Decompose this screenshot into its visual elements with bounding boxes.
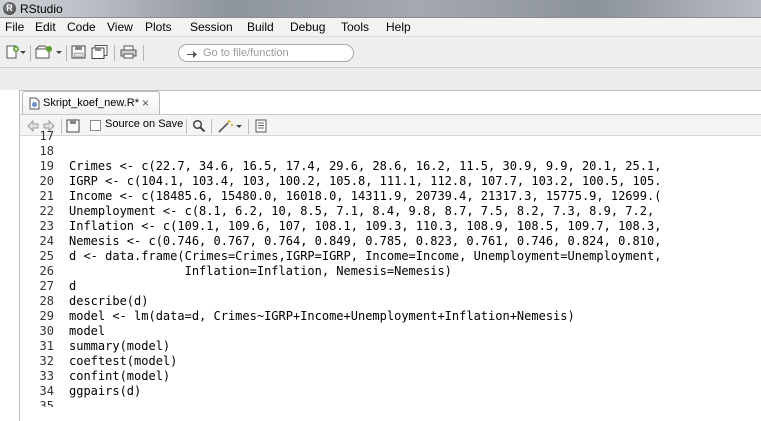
line-number: 26 [39, 264, 54, 278]
line-number: 19 [39, 159, 54, 173]
code-line: 31 summary(model) [20, 339, 761, 354]
code-line: 33 confint(model) [20, 369, 761, 384]
code-line: 32 coeftest(model) [20, 354, 761, 369]
save-icon[interactable] [71, 45, 86, 59]
code-line: 22 Unemployment <- c(8.1, 6.2, 10, 8.5, … [20, 204, 761, 219]
code-line: 21 Income <- c(18485.6, 15480.0, 16018.0… [20, 189, 761, 204]
code-line: 26 Inflation=Inflation, Nemesis=Nemesis) [20, 264, 761, 279]
code-text: Crimes <- c(22.7, 34.6, 16.5, 17.4, 29.6… [69, 159, 662, 173]
line-number: 23 [39, 219, 54, 233]
line-number: 25 [39, 249, 54, 263]
menu-debug[interactable]: Debug [290, 20, 325, 34]
code-text: d <- data.frame(Crimes=Crimes,IGRP=IGRP,… [69, 249, 662, 263]
code-text: Nemesis <- c(0.746, 0.767, 0.764, 0.849,… [69, 234, 662, 248]
code-editor[interactable]: 17 18 19 Crimes <- c(22.7, 34.6, 16.5, 1… [20, 129, 761, 421]
menu-bar: File Edit Code View Plots Session Build … [0, 18, 761, 37]
code-text: IGRP <- c(104.1, 103.4, 103, 100.2, 105.… [69, 174, 662, 188]
code-line: 29 model <- lm(data=d, Crimes~IGRP+Incom… [20, 309, 761, 324]
line-number: 33 [39, 369, 54, 383]
line-number: 29 [39, 309, 54, 323]
toolbar-band [0, 68, 761, 90]
line-number: 18 [39, 144, 54, 158]
r-script-icon [29, 97, 40, 110]
line-number: 21 [39, 189, 54, 203]
line-number: 28 [39, 294, 54, 308]
code-line: 24 Nemesis <- c(0.746, 0.767, 0.764, 0.8… [20, 234, 761, 249]
line-number: 30 [39, 324, 54, 338]
line-number: 24 [39, 234, 54, 248]
code-line: 35 [20, 399, 761, 407]
main-toolbar: Go to file/function [0, 37, 761, 68]
code-text: model <- lm(data=d, Crimes~IGRP+Income+U… [69, 309, 575, 323]
code-line: 23 Inflation <- c(109.1, 109.6, 107, 108… [20, 219, 761, 234]
editor-tab[interactable]: Skript_koef_new.R* × [22, 91, 160, 114]
toolbar-separator [66, 45, 67, 61]
line-number: 22 [39, 204, 54, 218]
window-titlebar: R RStudio [0, 0, 761, 18]
go-to-placeholder: Go to file/function [203, 47, 289, 59]
print-icon[interactable] [120, 45, 137, 59]
new-file-icon[interactable] [5, 45, 20, 59]
line-number: 27 [39, 279, 54, 293]
code-line: 17 [20, 129, 761, 144]
code-text: Income <- c(18485.6, 15480.0, 16018.0, 1… [69, 189, 662, 203]
code-text: coeftest(model) [69, 354, 178, 368]
editor-tab-label: Skript_koef_new.R* [43, 97, 139, 109]
line-number: 34 [39, 384, 54, 398]
code-text: model [69, 324, 106, 338]
menu-code[interactable]: Code [67, 20, 96, 34]
project-dropdown-icon[interactable] [55, 45, 63, 59]
code-line: 27 d [20, 279, 761, 294]
code-text: ggpairs(d) [69, 384, 142, 398]
code-line: 19 Crimes <- c(22.7, 34.6, 16.5, 17.4, 2… [20, 159, 761, 174]
code-text: describe(d) [69, 294, 149, 308]
code-text: Unemployment <- c(8.1, 6.2, 10, 8.5, 7.1… [69, 204, 655, 218]
menu-edit[interactable]: Edit [35, 20, 56, 34]
code-line: 34 ggpairs(d) [20, 384, 761, 399]
code-line: 18 [20, 144, 761, 159]
line-number: 32 [39, 354, 54, 368]
new-file-dropdown-icon[interactable] [19, 45, 27, 59]
code-line: 25 d <- data.frame(Crimes=Crimes,IGRP=IG… [20, 249, 761, 264]
code-text: Inflation=Inflation, Nemesis=Nemesis) [69, 264, 452, 278]
line-number: 35 [39, 399, 54, 407]
line-number: 31 [39, 339, 54, 353]
toolbar-separator [143, 45, 144, 61]
menu-view[interactable]: View [107, 20, 133, 34]
code-text: Inflation <- c(109.1, 109.6, 107, 108.1,… [69, 219, 662, 233]
go-to-file-function-input[interactable]: Go to file/function [178, 44, 354, 62]
line-number: 17 [39, 129, 54, 143]
window-title: RStudio [20, 2, 63, 16]
toolbar-separator [30, 45, 31, 61]
code-line: 28 describe(d) [20, 294, 761, 309]
rstudio-logo-icon: R [3, 2, 16, 15]
menu-plots[interactable]: Plots [145, 20, 172, 34]
menu-file[interactable]: File [5, 20, 24, 34]
close-icon[interactable]: × [142, 96, 149, 110]
menu-build[interactable]: Build [247, 20, 274, 34]
code-text: confint(model) [69, 369, 171, 383]
code-text: d [69, 279, 77, 293]
save-all-icon[interactable] [91, 45, 109, 59]
toolbar-separator [114, 45, 115, 61]
new-project-icon[interactable] [35, 45, 53, 59]
source-pane: Skript_koef_new.R* × Source on Save 17 1… [19, 90, 761, 421]
code-text: summary(model) [69, 339, 171, 353]
menu-session[interactable]: Session [190, 20, 233, 34]
menu-tools[interactable]: Tools [341, 20, 369, 34]
code-line: 30 model [20, 324, 761, 339]
menu-help[interactable]: Help [386, 20, 411, 34]
arrow-right-icon [187, 51, 197, 58]
code-line: 20 IGRP <- c(104.1, 103.4, 103, 100.2, 1… [20, 174, 761, 189]
line-number: 20 [39, 174, 54, 188]
